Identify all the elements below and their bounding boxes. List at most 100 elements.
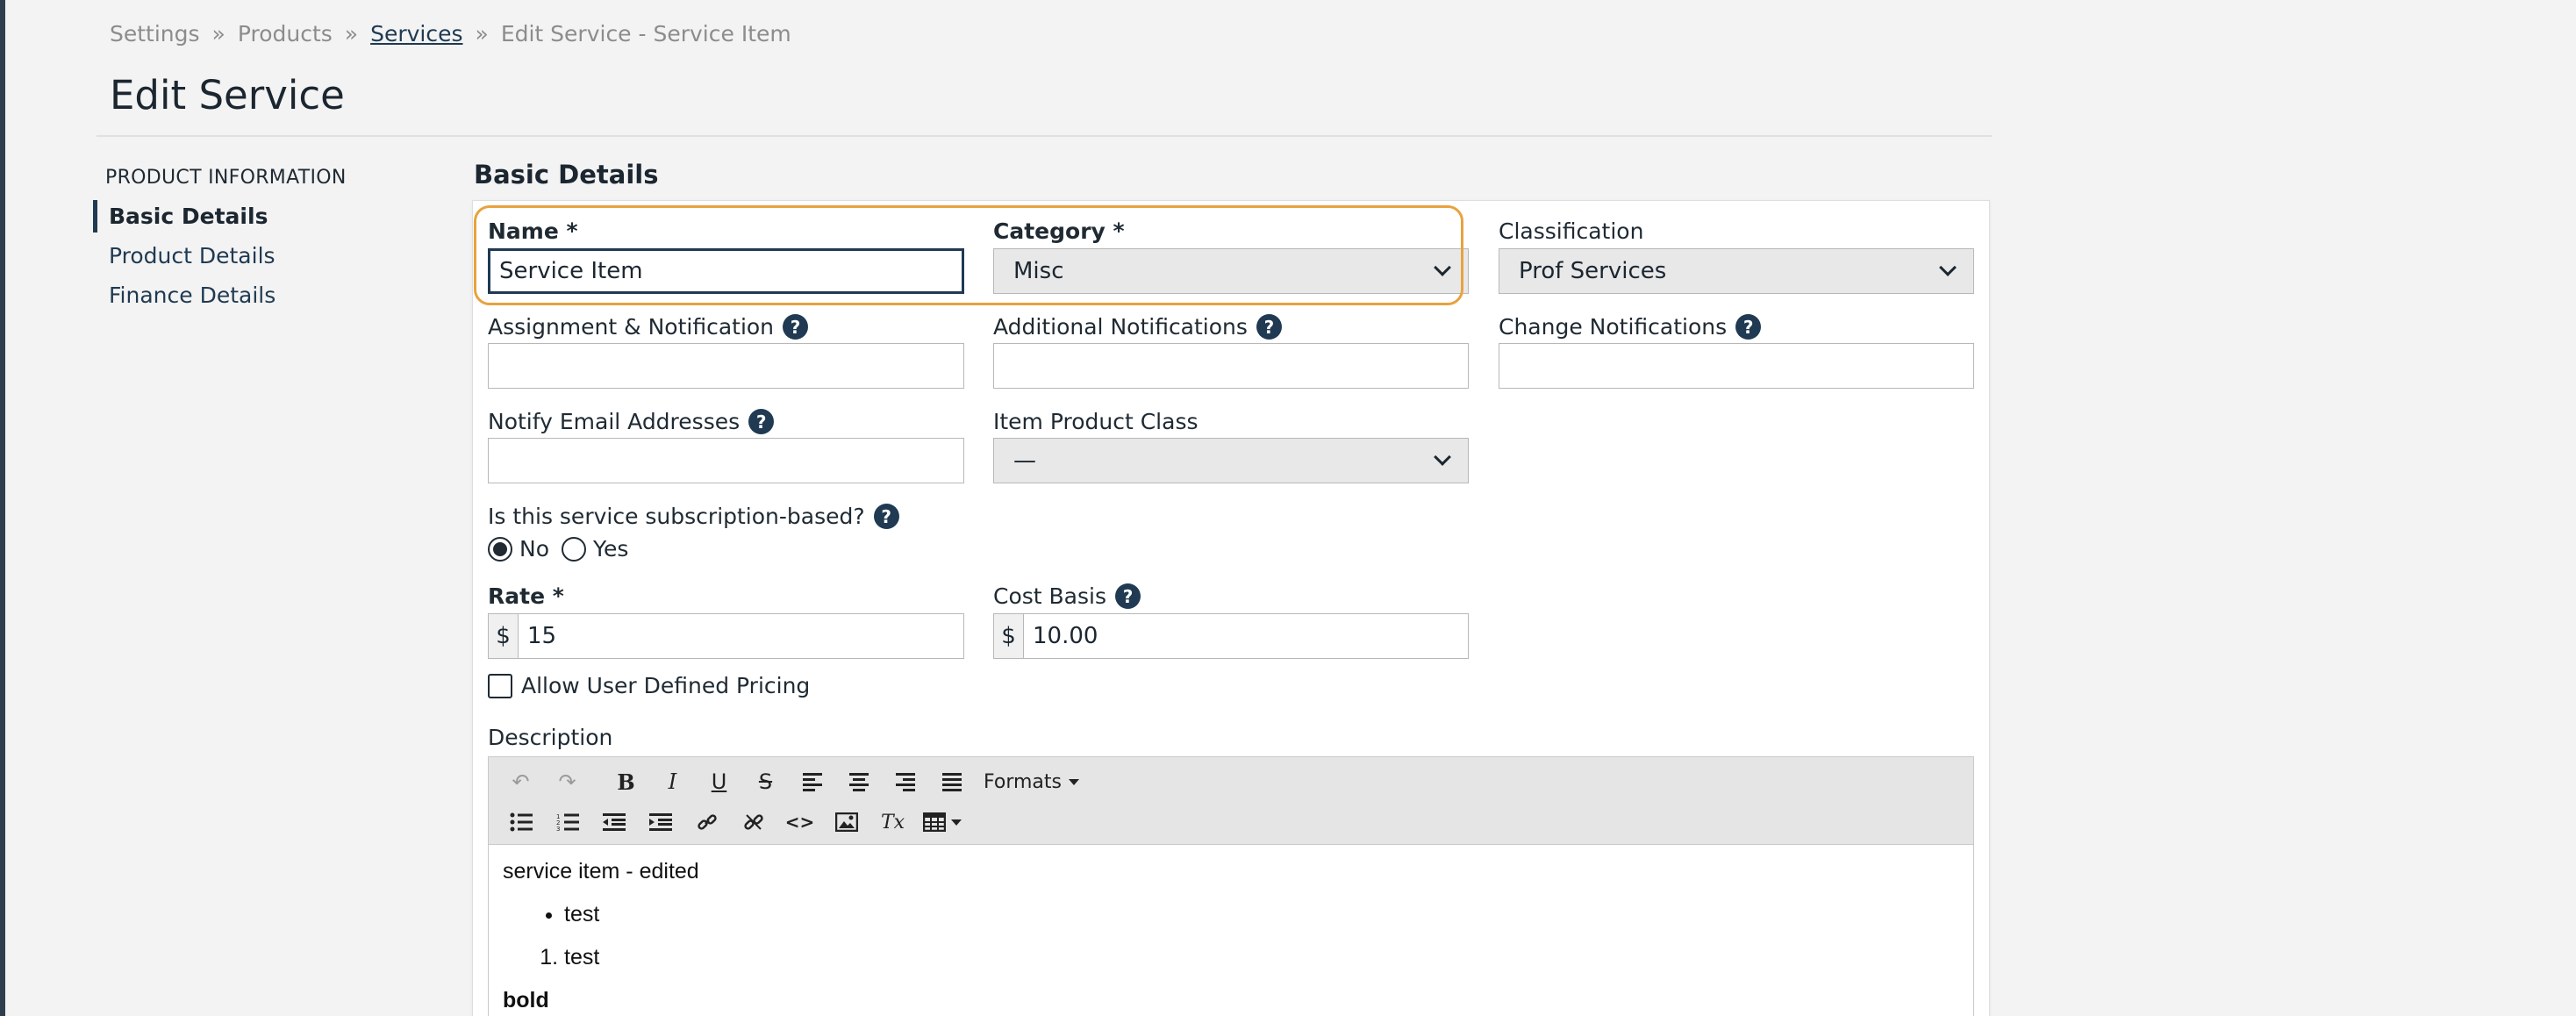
align-right-icon[interactable] [882, 766, 928, 798]
help-icon[interactable]: ? [873, 504, 899, 529]
title-divider [97, 135, 1992, 137]
breadcrumb-products[interactable]: Products [238, 21, 333, 47]
cost-basis-input[interactable]: 10.00 [1024, 614, 1098, 658]
section-title: Basic Details [474, 160, 659, 190]
dollar-prefix: $ [994, 614, 1024, 658]
align-left-icon[interactable] [789, 766, 835, 798]
unlink-icon[interactable] [730, 806, 776, 838]
help-icon[interactable]: ? [783, 314, 809, 340]
category-label: Category * [993, 218, 1125, 244]
subscription-no-label[interactable]: No [519, 536, 549, 562]
breadcrumb-current: Edit Service - Service Item [500, 21, 791, 47]
undo-icon[interactable]: ↶ [497, 766, 544, 798]
bold-icon[interactable]: B [603, 766, 649, 798]
side-nav: Basic Details Product Details Finance De… [93, 197, 356, 315]
additional-notifications-label-text: Additional Notifications [993, 314, 1248, 340]
help-icon[interactable]: ? [1735, 314, 1762, 340]
bullet-list-icon[interactable] [497, 806, 544, 838]
name-label-text: Name * [488, 218, 578, 244]
subscription-radio-group: No Yes [488, 536, 628, 562]
help-icon[interactable]: ? [748, 409, 775, 434]
category-select[interactable]: Misc [993, 248, 1469, 294]
description-label: Description [488, 725, 612, 750]
editor-bullet-list: test [564, 902, 1959, 927]
classification-selected-value: Prof Services [1519, 258, 1667, 284]
breadcrumb-settings[interactable]: Settings [110, 21, 200, 47]
assignment-input[interactable] [488, 343, 964, 389]
notify-emails-label-text: Notify Email Addresses [488, 409, 741, 434]
subscription-yes-label[interactable]: Yes [593, 536, 628, 562]
numbered-list-icon[interactable]: 123 [544, 806, 590, 838]
link-icon[interactable] [683, 806, 730, 838]
category-label-text: Category * [993, 218, 1125, 244]
breadcrumb-separator: » [211, 21, 225, 47]
classification-select[interactable]: Prof Services [1499, 248, 1974, 294]
rate-label: Rate * [488, 583, 564, 609]
classification-label: Classification [1499, 218, 1643, 244]
subscription-yes-radio[interactable] [562, 536, 586, 562]
editor-bold-text: bold [503, 988, 549, 1012]
help-icon[interactable]: ? [1115, 583, 1141, 609]
notify-emails-label: Notify Email Addresses ? [488, 409, 775, 434]
rate-field: $ 15 [488, 613, 964, 659]
change-notifications-label: Change Notifications ? [1499, 314, 1762, 340]
editor-toolbar: ↶ ↷ B I U S Formats 1 2 3 <> Tx [489, 757, 1973, 845]
formats-label: Formats [984, 770, 1062, 793]
caret-down-icon [1069, 778, 1079, 785]
chevron-down-icon [1434, 259, 1451, 276]
assignment-label-text: Assignment & Notification [488, 314, 775, 340]
image-icon[interactable] [823, 806, 869, 838]
clear-formatting-icon[interactable]: Tx [869, 806, 916, 838]
breadcrumb-separator: » [475, 21, 489, 47]
nav-item-product-details[interactable]: Product Details [93, 236, 356, 275]
table-icon[interactable] [916, 806, 969, 838]
redo-icon[interactable]: ↷ [544, 766, 590, 798]
name-input[interactable]: Service Item [488, 248, 964, 294]
breadcrumb-services-link[interactable]: Services [370, 21, 462, 47]
subscription-label-text: Is this service subscription-based? [488, 504, 865, 529]
subscription-label: Is this service subscription-based? ? [488, 504, 899, 529]
dollar-prefix: $ [489, 614, 519, 658]
description-editor: ↶ ↷ B I U S Formats 1 2 3 <> Tx service … [488, 756, 1974, 1016]
item-product-class-label: Item Product Class [993, 409, 1199, 434]
item-product-class-select[interactable]: — [993, 438, 1469, 483]
italic-icon[interactable]: I [649, 766, 696, 798]
underline-icon[interactable]: U [696, 766, 742, 798]
indent-icon[interactable] [637, 806, 683, 838]
help-icon[interactable]: ? [1256, 314, 1282, 340]
editor-numbered-list: test [564, 945, 1959, 970]
allow-user-pricing-checkbox[interactable] [488, 673, 512, 698]
formats-dropdown[interactable]: Formats [975, 766, 1088, 798]
nav-item-basic-details[interactable]: Basic Details [93, 197, 356, 236]
allow-user-pricing-label[interactable]: Allow User Defined Pricing [521, 673, 810, 698]
editor-paragraph: service item - edited [503, 859, 699, 884]
code-icon[interactable]: <> [776, 806, 823, 838]
caret-down-icon [951, 819, 962, 826]
breadcrumb-separator: » [344, 21, 359, 47]
editor-content[interactable]: service item - edited test test bold [489, 845, 1973, 1016]
notify-emails-input[interactable] [488, 438, 964, 483]
strikethrough-icon[interactable]: S [742, 766, 789, 798]
change-notifications-label-text: Change Notifications [1499, 314, 1728, 340]
align-justify-icon[interactable] [928, 766, 975, 798]
toolbar-row-2: 123 <> Tx [497, 806, 969, 838]
list-item: test [564, 902, 1959, 927]
nav-item-finance-details[interactable]: Finance Details [93, 275, 356, 315]
rate-label-text: Rate * [488, 583, 564, 609]
rate-input[interactable]: 15 [519, 614, 556, 658]
assignment-label: Assignment & Notification ? [488, 314, 809, 340]
subscription-no-radio[interactable] [488, 536, 512, 562]
chevron-down-icon [1939, 259, 1957, 276]
cost-basis-label: Cost Basis ? [993, 583, 1141, 609]
category-selected-value: Misc [1013, 258, 1064, 284]
breadcrumb: Settings » Products » Services » Edit Se… [110, 21, 791, 47]
toolbar-row-1: ↶ ↷ B I U S Formats [497, 766, 1088, 798]
outdent-icon[interactable] [590, 806, 637, 838]
svg-text:3: 3 [556, 826, 560, 832]
additional-notifications-input[interactable] [993, 343, 1469, 389]
chevron-down-icon [1434, 448, 1451, 466]
cost-basis-label-text: Cost Basis [993, 583, 1106, 609]
change-notifications-input[interactable] [1499, 343, 1974, 389]
align-center-icon[interactable] [835, 766, 882, 798]
additional-notifications-label: Additional Notifications ? [993, 314, 1282, 340]
